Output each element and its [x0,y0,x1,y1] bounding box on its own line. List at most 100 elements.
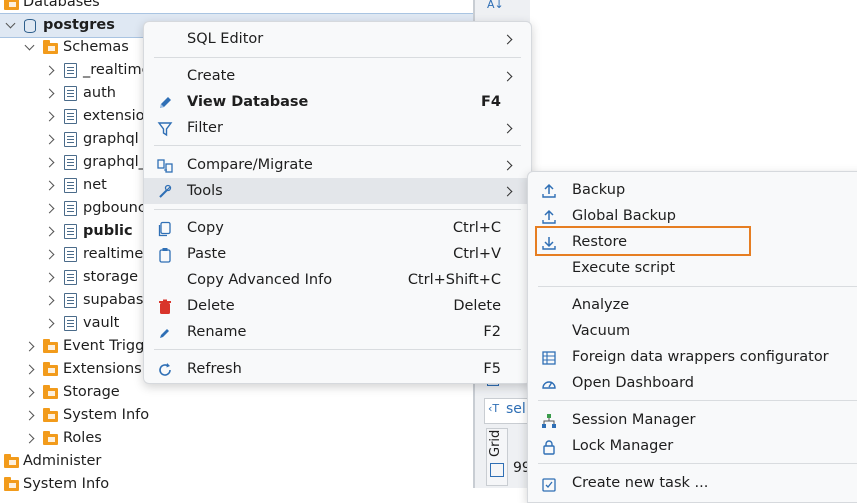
menu-label: Paste [187,246,227,262]
tree-label: _realtime [83,62,151,78]
chevron-right-icon[interactable] [44,272,55,283]
shortcut-label: F5 [483,361,501,377]
chevron-right-icon[interactable] [44,65,55,76]
schemas-folder-icon [43,40,58,54]
chevron-right-icon[interactable] [24,433,35,444]
menu-item-paste[interactable]: Paste Ctrl+V [144,241,531,267]
menu-item-analyze[interactable]: Analyze [528,292,857,318]
chevron-right-icon[interactable] [44,295,55,306]
schema-icon [64,247,77,262]
menu-item-compare-migrate[interactable]: Compare/Migrate [144,152,531,178]
table-grid-icon [542,351,556,365]
tree-label: public [83,223,133,239]
chevron-down-icon[interactable] [24,40,35,51]
chevron-right-icon[interactable] [24,341,35,352]
menu-item-lock-manager[interactable]: Lock Manager [528,433,857,459]
folder-icon [43,385,58,399]
grid-icon [490,463,504,477]
tree-label: Databases [23,0,100,10]
database-icon [24,19,36,33]
menu-item-copy[interactable]: Copy Ctrl+C [144,215,531,241]
menu-label: Compare/Migrate [187,157,313,173]
menu-label: Copy Advanced Info [187,272,333,288]
schema-icon [64,86,77,101]
menu-item-create-task[interactable]: Create new task ... [528,470,857,496]
tree-folder-storage[interactable]: Storage [0,381,473,404]
lock-icon [543,440,555,455]
menu-item-sql-editor[interactable]: SQL Editor [144,26,531,52]
chevron-right-icon[interactable] [24,364,35,375]
schema-icon [64,178,77,193]
sort-icon[interactable]: A↓ [487,0,504,11]
chevron-right-icon[interactable] [24,410,35,421]
chevron-right-icon[interactable] [44,203,55,214]
chevron-right-icon[interactable] [44,111,55,122]
tree-folder-system-info[interactable]: System Info [0,404,473,427]
tree-label: Schemas [63,39,129,55]
tree-label: Storage [63,384,120,400]
menu-label: Rename [187,324,247,340]
menu-label: Foreign data wrappers configurator [572,349,829,365]
trash-icon [159,299,171,314]
menu-item-create[interactable]: Create [144,63,531,89]
chevron-right-icon[interactable] [44,249,55,260]
menu-separator [154,57,521,58]
tree-label: Administer [23,453,102,469]
chevron-right-icon[interactable] [44,318,55,329]
menu-item-open-dashboard[interactable]: Open Dashboard [528,370,857,396]
refresh-icon [159,363,171,376]
dashboard-gauge-icon [542,381,556,389]
tree-folder-roles[interactable]: Roles [0,427,473,450]
menu-item-refresh[interactable]: Refresh F5 [144,356,531,382]
grid-view-tab[interactable]: Grid [486,428,508,486]
menu-label: Execute script [572,260,676,276]
tree-label: storage [83,269,139,285]
folder-icon [43,339,58,353]
menu-label: Session Manager [572,412,696,428]
restore-highlight-box [535,226,751,256]
chevron-right-icon[interactable] [44,88,55,99]
tree-label: System Info [23,476,110,492]
menu-label: Create [187,68,236,84]
tree-label: Extensions [63,361,142,377]
menu-label: Tools [187,183,223,199]
menu-item-vacuum[interactable]: Vacuum [528,318,857,344]
menu-item-delete[interactable]: Delete Delete [144,293,531,319]
tree-label: graphql_ [83,154,146,170]
chevron-right-icon[interactable] [44,226,55,237]
menu-item-rename[interactable]: Rename F2 [144,319,531,345]
schema-icon [64,270,77,285]
chevron-down-icon[interactable] [5,18,16,29]
menu-separator [154,349,521,350]
menu-item-view-database[interactable]: View Database F4 [144,89,531,115]
schema-icon [64,132,77,147]
schema-icon [64,155,77,170]
schema-icon [64,201,77,216]
chevron-right-icon[interactable] [44,180,55,191]
submenu-arrow-icon [502,123,513,134]
session-tree-icon [542,414,556,428]
tree-label: Roles [63,430,102,446]
tree-administer[interactable]: Administer [0,450,473,473]
menu-item-backup[interactable]: Backup [528,177,857,203]
chevron-right-icon[interactable] [44,157,55,168]
menu-item-copy-advanced-info[interactable]: Copy Advanced Info Ctrl+Shift+C [144,267,531,293]
menu-item-fdw-configurator[interactable]: Foreign data wrappers configurator [528,344,857,370]
tree-label: graphql [83,131,139,147]
folder-icon [43,408,58,422]
folder-icon [43,362,58,376]
chevron-right-icon[interactable] [24,387,35,398]
schema-icon [64,109,77,124]
menu-item-execute-script[interactable]: Execute script [528,255,857,281]
tree-databases[interactable]: Databases [0,0,473,14]
sql-label: sel [506,401,526,417]
menu-item-tools[interactable]: Tools [144,178,531,204]
menu-label: Vacuum [572,323,631,339]
menu-item-session-manager[interactable]: Session Manager [528,407,857,433]
upload-icon [542,183,556,198]
tools-submenu: Backup Global Backup Restore Execute scr… [527,171,857,503]
menu-label: Filter [187,120,223,136]
tree-system-info-root[interactable]: System Info [0,473,473,496]
menu-item-filter[interactable]: Filter [144,115,531,141]
chevron-right-icon[interactable] [44,134,55,145]
